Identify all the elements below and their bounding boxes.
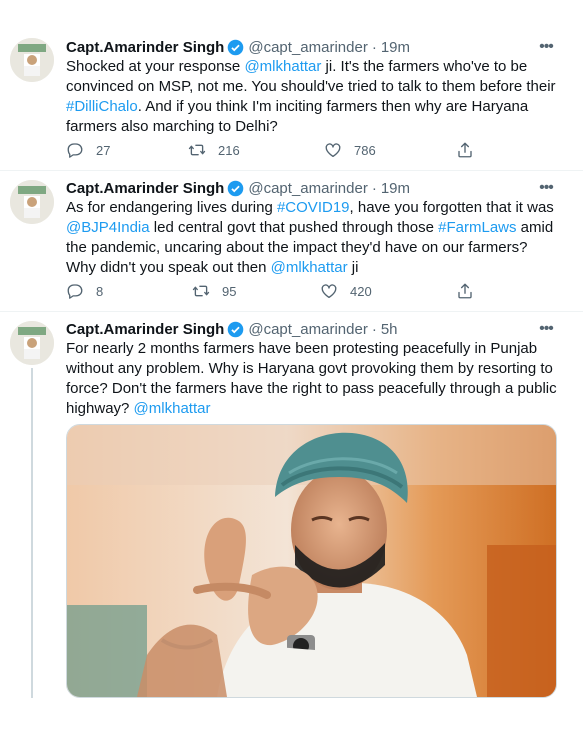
tweet-photo[interactable] <box>66 424 557 698</box>
verified-badge-icon <box>227 321 244 338</box>
avatar[interactable] <box>10 321 54 365</box>
mention-link[interactable]: @mlkhattar <box>134 400 211 417</box>
author-name[interactable]: Capt.Amarinder Singh <box>66 321 224 338</box>
author-handle[interactable]: @capt_amarinder <box>248 321 367 338</box>
photo-man-in-turban <box>67 425 556 697</box>
tweet-3[interactable]: Capt.Amarinder Singh @capt_amarinder · 5… <box>0 0 583 736</box>
timestamp[interactable]: 5h <box>381 321 398 338</box>
more-options-icon[interactable]: ••• <box>537 320 555 338</box>
tweet-text: For nearly 2 months farmers have been pr… <box>66 339 560 419</box>
tweet-header: Capt.Amarinder Singh @capt_amarinder · 5… <box>66 319 398 339</box>
dot-separator: · <box>371 320 377 338</box>
